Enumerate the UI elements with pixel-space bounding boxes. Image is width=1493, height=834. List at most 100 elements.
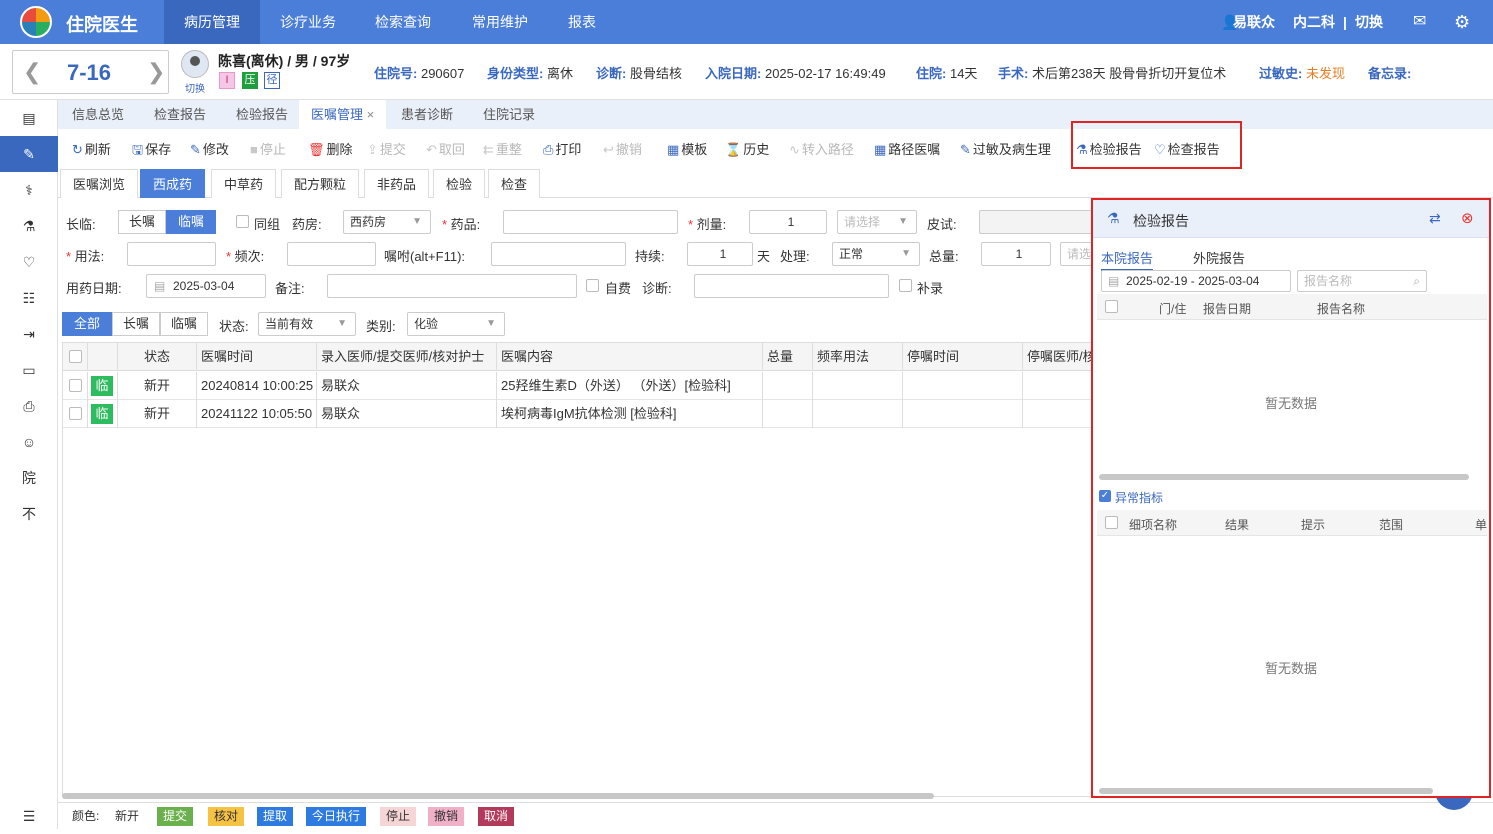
sidebar-flask-icon[interactable]: ⚗ — [0, 208, 58, 244]
allergy-button[interactable]: ✎ 过敏及病生理 — [960, 139, 1051, 158]
dose-unit-select[interactable]: 请选择 ▼ — [837, 210, 917, 234]
mail-icon[interactable]: ✉ — [1413, 0, 1426, 44]
long-term-toggle[interactable]: 长嘱 — [118, 210, 166, 234]
report-list-scrollbar[interactable] — [1099, 474, 1469, 480]
select-all-checkbox[interactable] — [1105, 300, 1118, 313]
tab-external[interactable]: 外院报告 — [1193, 248, 1245, 267]
skin-test-input[interactable] — [979, 210, 1093, 234]
sidebar-transfer-icon[interactable]: ⇥ — [0, 316, 58, 352]
edit-button[interactable]: ✎ 修改 — [190, 139, 229, 158]
pharmacy-select[interactable]: 西药房 ▼ — [343, 210, 431, 234]
nav-treatment[interactable]: 诊疗业务 — [260, 0, 356, 44]
tab-diagnosis[interactable]: 患者诊断 — [389, 100, 465, 129]
switch-patient-link[interactable]: 切换 — [185, 80, 205, 95]
revoke-button[interactable]: ↩ 撤销 — [603, 139, 642, 158]
tab-herbal[interactable]: 中草药 — [211, 169, 277, 198]
sidebar-overview-icon[interactable]: ▤ — [0, 100, 58, 136]
dose-stepper[interactable]: 1 — [749, 210, 827, 234]
tab-overview[interactable]: 信息总览 — [60, 100, 136, 129]
same-group-checkbox[interactable] — [236, 215, 249, 228]
diagnosis-input[interactable] — [694, 274, 889, 298]
sidebar-user-list-icon[interactable]: ☺ — [0, 424, 58, 460]
detail-list-scrollbar[interactable] — [1099, 788, 1433, 794]
tab-in-hospital[interactable]: 本院报告 — [1101, 248, 1154, 271]
abnormal-checkbox[interactable]: ✓ — [1099, 490, 1111, 502]
report-name-search[interactable]: 报告名称 ⌕ — [1297, 270, 1427, 292]
prev-bed-icon[interactable]: ❮ — [23, 59, 41, 85]
row-checkbox[interactable] — [69, 379, 82, 392]
sidebar-orders-icon[interactable]: ✎ — [0, 136, 58, 172]
type-filter-select[interactable]: 化验 ▼ — [407, 312, 505, 336]
handling-select[interactable]: 正常 ▼ — [832, 242, 920, 266]
tab-granules[interactable]: 配方颗粒 — [281, 169, 360, 198]
tab-exam[interactable]: 检查 — [488, 169, 541, 198]
tab-order-browse[interactable]: 医嘱浏览 — [60, 169, 139, 198]
submit-button[interactable]: ⇪ 提交 — [367, 139, 406, 158]
supplement-checkbox[interactable] — [899, 279, 912, 292]
sidebar-list-icon[interactable]: ☷ — [0, 280, 58, 316]
status-filter-select[interactable]: 当前有效 ▼ — [258, 312, 356, 336]
tab-western-medicine[interactable]: 西成药 — [140, 169, 206, 198]
save-icon: 🖫 — [132, 142, 144, 157]
reorganize-button[interactable]: ⇇ 重整 — [483, 139, 522, 158]
switch-dept-button[interactable]: 切换 — [1355, 0, 1383, 44]
template-button[interactable]: ▦ 模板 — [667, 139, 707, 158]
delete-button[interactable]: 🗑 删除 — [308, 139, 353, 158]
total-unit-select[interactable]: 请选 — [1060, 242, 1093, 266]
tab-lab-report[interactable]: 检验报告 — [224, 100, 300, 129]
nav-maintenance[interactable]: 常用维护 — [452, 0, 548, 44]
gear-icon[interactable]: ⚙ — [1454, 0, 1470, 44]
select-all-cell[interactable] — [63, 343, 88, 371]
temporary-toggle[interactable]: 临嘱 — [166, 210, 216, 234]
table-row[interactable]: 临 新开 20241122 10:05:50 易联众 埃柯病毒IgM抗体检测 [… — [63, 400, 1092, 428]
date-range-picker[interactable]: ▤ 2025-02-19 - 2025-03-04 — [1101, 270, 1291, 292]
refresh-button[interactable]: ↻ 刷新 — [72, 139, 111, 158]
sidebar-hospital-icon[interactable]: 院 — [0, 460, 58, 496]
user-name[interactable]: 易联众 — [1233, 0, 1275, 44]
close-tab-icon[interactable]: × — [367, 107, 375, 122]
tab-non-drug[interactable]: 非药品 — [364, 169, 430, 198]
table-row[interactable]: 临 新开 20240814 10:00:25 易联众 25羟维生素D（外送） （… — [63, 372, 1092, 400]
sidebar-print-icon[interactable]: ⎙ — [0, 388, 58, 424]
filter-all[interactable]: 全部 — [62, 312, 112, 336]
nav-medical-records[interactable]: 病历管理 — [164, 0, 260, 44]
tab-order-management[interactable]: 医嘱管理 × — [299, 100, 387, 129]
enter-pathway-button[interactable]: ∿ 转入路径 — [789, 139, 854, 158]
table-horizontal-scrollbar[interactable] — [62, 793, 934, 799]
sidebar-stethoscope-icon[interactable]: ⚕ — [0, 172, 58, 208]
tab-exam-report[interactable]: 检查报告 — [142, 100, 218, 129]
select-all-checkbox[interactable] — [69, 350, 82, 363]
self-pay-checkbox[interactable] — [586, 279, 599, 292]
instruction-input[interactable] — [491, 242, 626, 266]
close-icon[interactable]: ⊗ — [1461, 209, 1474, 227]
tab-lab[interactable]: 检验 — [433, 169, 486, 198]
retrieve-button[interactable]: ↶ 取回 — [426, 139, 465, 158]
frequency-input[interactable] — [287, 242, 376, 266]
swap-icon[interactable]: ⇄ — [1429, 210, 1441, 227]
next-bed-icon[interactable]: ❯ — [147, 59, 165, 85]
drug-input[interactable] — [503, 210, 678, 234]
order-type-tabs: 医嘱浏览 西成药 中草药 配方颗粒 非药品 检验 检查 — [58, 169, 1493, 198]
sidebar-not-icon[interactable]: 不 — [0, 496, 58, 532]
remark-input[interactable] — [327, 274, 577, 298]
pathway-orders-button[interactable]: ▦ 路径医嘱 — [874, 139, 940, 158]
memo[interactable]: 备忘录: — [1368, 63, 1411, 82]
stop-button[interactable]: ■ 停止 — [250, 139, 286, 158]
filter-temporary[interactable]: 临嘱 — [160, 312, 208, 336]
nav-reports[interactable]: 报表 — [548, 0, 616, 44]
row-checkbox[interactable] — [69, 407, 82, 420]
frequency-label: * 频次: — [226, 249, 265, 264]
medication-date-picker[interactable]: ▤ 2025-03-04 — [146, 274, 266, 298]
sidebar-heart-icon[interactable]: ♡ — [0, 244, 58, 280]
duration-stepper[interactable]: 1 — [687, 242, 753, 266]
tab-inpatient-record[interactable]: 住院记录 — [471, 100, 547, 129]
save-button[interactable]: 🖫 保存 — [132, 139, 171, 163]
history-button[interactable]: ⌛ 历史 — [725, 139, 769, 158]
select-all-detail-checkbox[interactable] — [1105, 516, 1118, 529]
sidebar-monitor-icon[interactable]: ▭ — [0, 352, 58, 388]
usage-input[interactable] — [127, 242, 216, 266]
print-button[interactable]: ⎙ 打印 — [543, 139, 581, 158]
nav-search[interactable]: 检索查询 — [355, 0, 451, 44]
total-stepper[interactable]: 1 — [981, 242, 1051, 266]
filter-long-term[interactable]: 长嘱 — [112, 312, 160, 336]
